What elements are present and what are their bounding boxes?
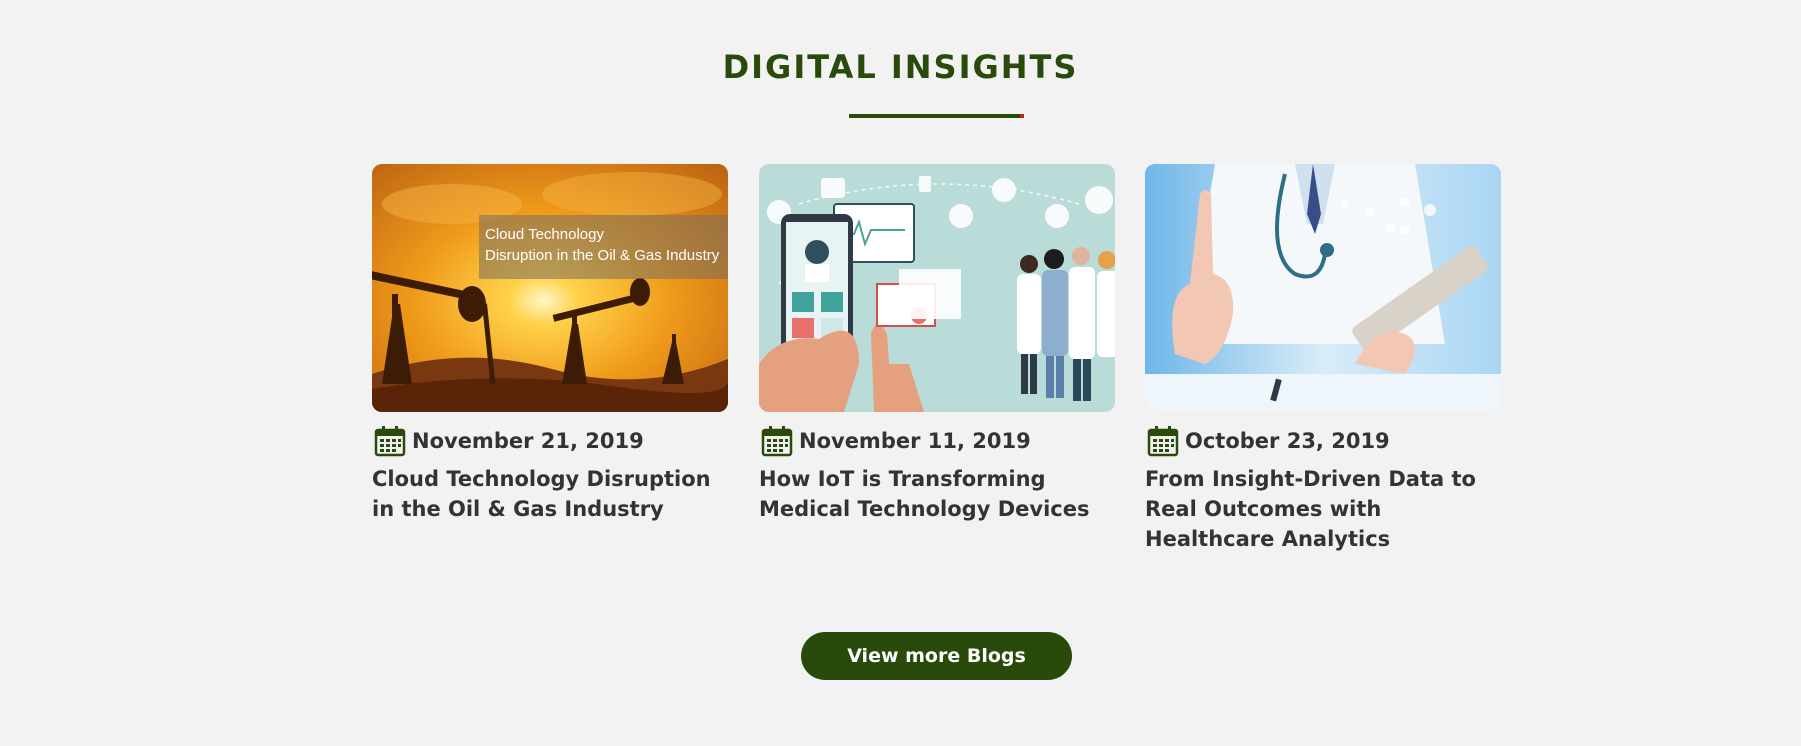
post-title-link[interactable]: From Insight-Driven Data to Real Outcome… — [1145, 464, 1501, 554]
title-underline-accent — [1020, 114, 1024, 118]
post-date: October 23, 2019 — [1185, 429, 1390, 453]
doctor-tablet-illustration — [1145, 164, 1501, 412]
calendar-icon — [1147, 426, 1179, 457]
post-date-row: November 11, 2019 — [759, 424, 1115, 458]
oil-pumpjack-sunset-image[interactable]: Cloud Technology Disruption in the Oil &… — [372, 164, 728, 412]
image-caption-line1: Cloud Technology — [485, 226, 604, 243]
title-underline — [849, 114, 1024, 118]
post-title-link[interactable]: How IoT is Transforming Medical Technolo… — [759, 464, 1115, 524]
blog-card-oil-gas[interactable]: Cloud Technology Disruption in the Oil &… — [372, 164, 728, 524]
image-caption-line2: Disruption in the Oil & Gas Industry — [485, 247, 720, 264]
calendar-icon — [761, 426, 793, 457]
post-date-row: October 23, 2019 — [1145, 424, 1501, 458]
blog-card-healthcare-analytics[interactable]: October 23, 2019 From Insight-Driven Dat… — [1145, 164, 1501, 554]
iot-medical-devices-illustration[interactable] — [759, 164, 1115, 412]
blog-card-iot-medical[interactable]: November 11, 2019 How IoT is Transformin… — [759, 164, 1115, 524]
post-date: November 21, 2019 — [412, 429, 644, 453]
oil-pumpjack-illustration — [372, 164, 728, 412]
image-caption: Cloud Technology Disruption in the Oil &… — [479, 215, 728, 279]
view-more-blogs-button[interactable]: View more Blogs — [801, 632, 1072, 680]
post-title-link[interactable]: Cloud Technology Disruption in the Oil &… — [372, 464, 728, 524]
doctor-tablet-analytics-image[interactable] — [1145, 164, 1501, 412]
digital-insights-section: DIGITAL INSIGHTS Cloud Technology Disrup… — [0, 0, 1801, 746]
calendar-icon — [374, 426, 406, 457]
iot-medical-illustration — [759, 164, 1115, 412]
post-date-row: November 21, 2019 — [372, 424, 728, 458]
section-title: DIGITAL INSIGHTS — [722, 48, 1079, 86]
post-date: November 11, 2019 — [799, 429, 1031, 453]
